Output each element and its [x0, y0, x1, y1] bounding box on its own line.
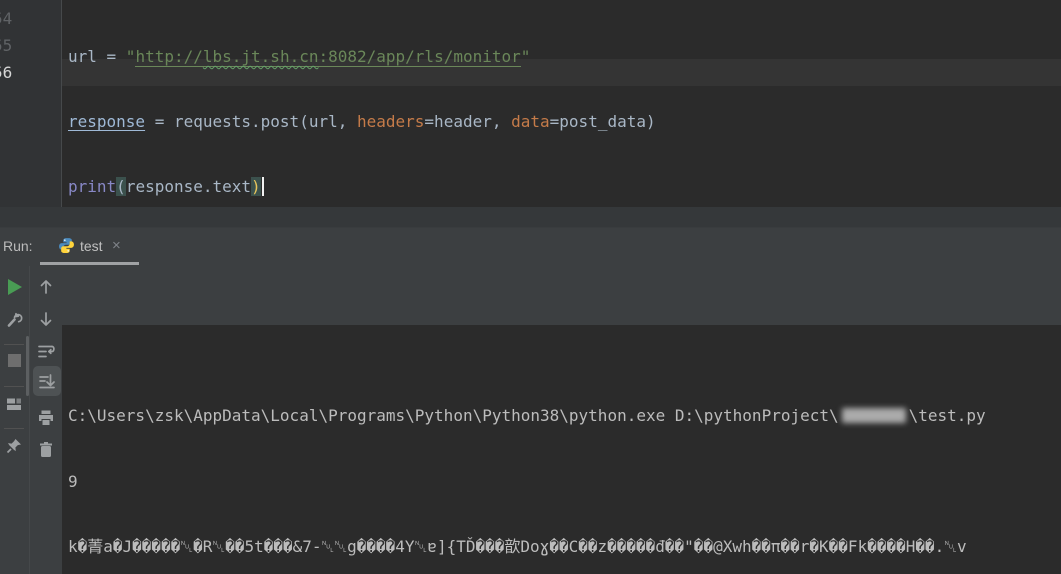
restore-layout-icon[interactable] [4, 394, 24, 414]
code-text: = requests.post(url, [145, 112, 357, 131]
script-path: \test.py [908, 406, 986, 425]
up-arrow-icon[interactable] [36, 277, 56, 297]
soft-wrap-icon[interactable] [36, 341, 56, 361]
url-scheme: http:// [135, 47, 203, 66]
text-caret [261, 177, 264, 196]
console-toolbar [26, 266, 62, 574]
clear-trash-icon[interactable] [36, 440, 56, 460]
code-text: =post_data) [549, 112, 656, 131]
rerun-play-icon[interactable] [4, 277, 24, 297]
builtin-print: print [68, 177, 117, 196]
code-line-54: url = "http://lbs.jt.sh.cn:8082/app/rls/… [68, 43, 1061, 70]
code-editor[interactable]: 54 55 56 url = "http://lbs.jt.sh.cn:8082… [0, 0, 1061, 207]
named-arg-data: data [511, 112, 550, 131]
editor-splitter[interactable] [0, 207, 1061, 228]
code-text: response.text [125, 177, 252, 196]
tab-test[interactable]: test × [40, 228, 139, 266]
pycharm-window: 54 55 56 url = "http://lbs.jt.sh.cn:8082… [0, 0, 1061, 574]
code-text: url = [68, 47, 126, 66]
redacted-blur [841, 408, 906, 423]
run-toolbar [0, 266, 29, 574]
code-text: =header, [424, 112, 512, 131]
run-header: Run: test × [0, 228, 1061, 266]
run-body: C:\Users\zsk\AppData\Local\Programs\Pyth… [0, 266, 1061, 574]
python-exe-path: C:\Users\zsk\AppData\Local\Programs\Pyth… [68, 406, 839, 425]
matched-paren-close: ) [251, 177, 261, 196]
url-host-typo: lbs.jt.sh.cn [202, 47, 319, 66]
url-path: :8082/app/rls/monitor [318, 47, 521, 66]
wrench-settings-icon[interactable] [4, 309, 24, 329]
string-quote: " [125, 47, 136, 66]
url-link[interactable]: http://lbs.jt.sh.cn:8082/app/rls/monitor [135, 47, 521, 67]
code-line-55: response = requests.post(url, headers=he… [68, 108, 1061, 135]
line-number: 54 [0, 9, 13, 28]
pin-icon[interactable] [4, 436, 24, 456]
named-arg-headers: headers [356, 112, 425, 131]
console-line: C:\Users\zsk\AppData\Local\Programs\Pyth… [68, 402, 1061, 430]
line-number-current: 56 [0, 63, 13, 82]
editor-gutter: 54 55 56 [0, 0, 62, 207]
active-tab-underline [40, 262, 139, 265]
line-number: 55 [0, 36, 13, 55]
matched-paren-open: ( [116, 177, 126, 196]
stop-icon[interactable] [4, 351, 24, 371]
code-line-56: print(response.text) [68, 173, 1061, 200]
python-icon [59, 238, 74, 253]
run-panel-title: Run: [3, 238, 33, 254]
variable-response: response [68, 112, 146, 131]
code-area[interactable]: url = "http://lbs.jt.sh.cn:8082/app/rls/… [68, 5, 1061, 238]
run-tool-window: Run: test × C:\Users\zsk\AppData\Local\P… [0, 207, 1061, 574]
down-arrow-icon[interactable] [36, 309, 56, 329]
print-icon[interactable] [36, 408, 56, 428]
scrollbar-thumb[interactable] [26, 336, 29, 396]
console-line: k�菁a�J�����␀�R␀��5t���&7-␀␀g����4Y␀ɐ]{TĎ… [68, 537, 967, 556]
tab-label: test [80, 238, 103, 254]
scroll-to-end-icon[interactable] [37, 371, 57, 391]
string-quote: " [520, 47, 531, 66]
tab-close-icon[interactable]: × [112, 237, 121, 254]
console-output[interactable]: C:\Users\zsk\AppData\Local\Programs\Pyth… [62, 325, 1061, 574]
console-line: 9 [68, 471, 78, 491]
